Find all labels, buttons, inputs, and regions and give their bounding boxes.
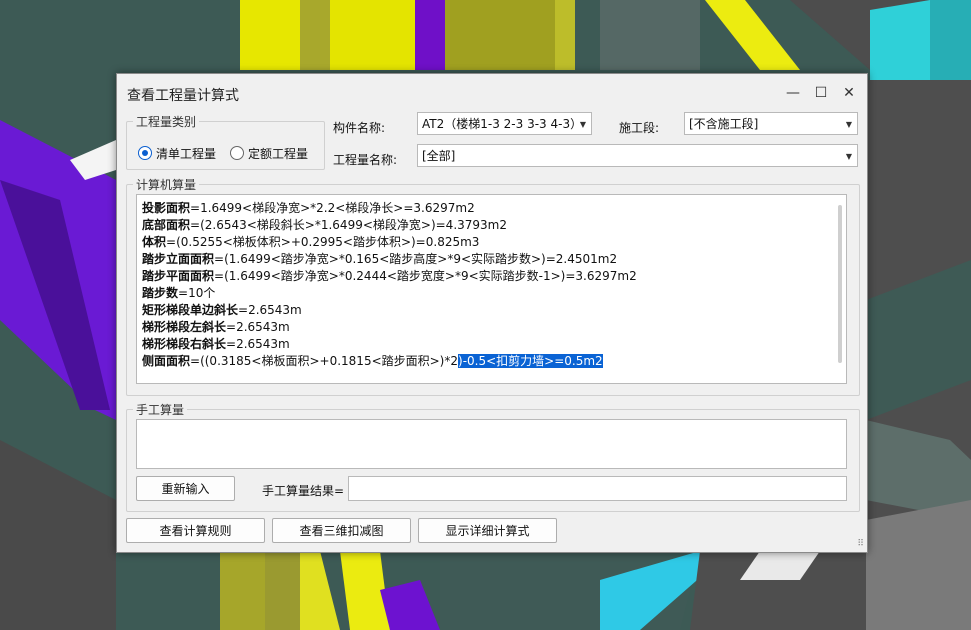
quantity-category-label: 工程量类别 [133,113,200,130]
title-bar[interactable]: 查看工程量计算式 — ☐ ✕ [117,74,867,112]
manual-calc-label: 手工算量 [133,401,188,418]
component-name-label: 构件名称: [333,121,386,135]
calc-line: 踏步立面面积=(1.6499<踏步净宽>*0.165<踏步高度>*9<实际踏步数… [142,252,618,266]
calc-line-selected: 侧面面积=((0.3185<梯板面积>+0.1815<踏步面积>)*2)-0.5… [142,354,603,368]
view-rules-button[interactable]: 查看计算规则 [126,518,265,543]
reenter-button[interactable]: 重新输入 [136,476,235,501]
computer-calc-label: 计算机算量 [133,176,200,193]
chevron-down-icon: ▼ [845,120,852,129]
minimize-icon[interactable]: — [781,82,805,104]
construction-stage-select[interactable]: [不含施工段] ▼ [684,112,858,135]
quantity-name-label: 工程量名称: [333,153,398,167]
quantity-name-select[interactable]: [全部] ▼ [417,144,858,167]
manual-result-label: 手工算量结果= [262,484,345,498]
manual-result-field[interactable] [348,476,847,501]
component-name-select[interactable]: AT2（楼梯1-3 2-3 3-3 4-3） ▼ [417,112,592,135]
calc-line: 踏步平面面积=(1.6499<踏步净宽>*0.2444<踏步宽度>*9<实际踏步… [142,269,637,283]
radio-quota-quantity-label: 定额工程量 [248,147,309,161]
calc-line: 矩形梯段单边斜长=2.6543m [142,303,302,317]
chevron-down-icon: ▼ [579,120,586,129]
quantity-name-value: [全部] [422,149,456,163]
dialog-title: 查看工程量计算式 [127,88,239,104]
vertical-scrollbar[interactable] [838,205,842,363]
close-icon[interactable]: ✕ [837,82,861,104]
view-3d-deduction-button[interactable]: 查看三维扣减图 [272,518,411,543]
calc-line: 底部面积=(2.6543<梯段斜长>*1.6499<梯段净宽>)=4.3793m… [142,218,507,232]
component-name-value: AT2（楼梯1-3 2-3 3-3 4-3） [422,117,583,131]
calc-line: 踏步数=10个 [142,286,216,300]
calc-text-area[interactable]: 投影面积=1.6499<梯段净宽>*2.2<梯段净长>=3.6297m2 底部面… [136,194,847,384]
radio-quota-quantity[interactable]: 定额工程量 [230,145,308,162]
construction-stage-label: 施工段: [619,121,660,135]
maximize-icon[interactable]: ☐ [809,82,833,104]
radio-bill-quantity[interactable]: 清单工程量 [138,145,216,162]
chevron-down-icon: ▼ [845,152,852,161]
resize-grip-icon[interactable]: ⠿ [857,539,864,549]
quantity-category-group: 工程量类别 清单工程量 定额工程量 [126,113,325,170]
calc-line: 投影面积=1.6499<梯段净宽>*2.2<梯段净长>=3.6297m2 [142,201,475,215]
calc-line: 梯形梯段左斜长=2.6543m [142,320,290,334]
show-detail-button[interactable]: 显示详细计算式 [418,518,557,543]
calculation-dialog: 查看工程量计算式 — ☐ ✕ 工程量类别 清单工程量 定额工程量 构件名称: A… [116,73,868,553]
text-selection: )-0.5<扣剪力墙>=0.5m2 [458,354,603,368]
radio-bill-quantity-label: 清单工程量 [156,147,217,161]
radio-unselected-icon [230,146,244,160]
radio-selected-icon [138,146,152,160]
calc-line: 梯形梯段右斜长=2.6543m [142,337,290,351]
manual-calc-input[interactable] [136,419,847,469]
construction-stage-value: [不含施工段] [689,117,759,131]
calc-line: 体积=(0.5255<梯板体积>+0.2995<踏步体积>)=0.825m3 [142,235,480,249]
